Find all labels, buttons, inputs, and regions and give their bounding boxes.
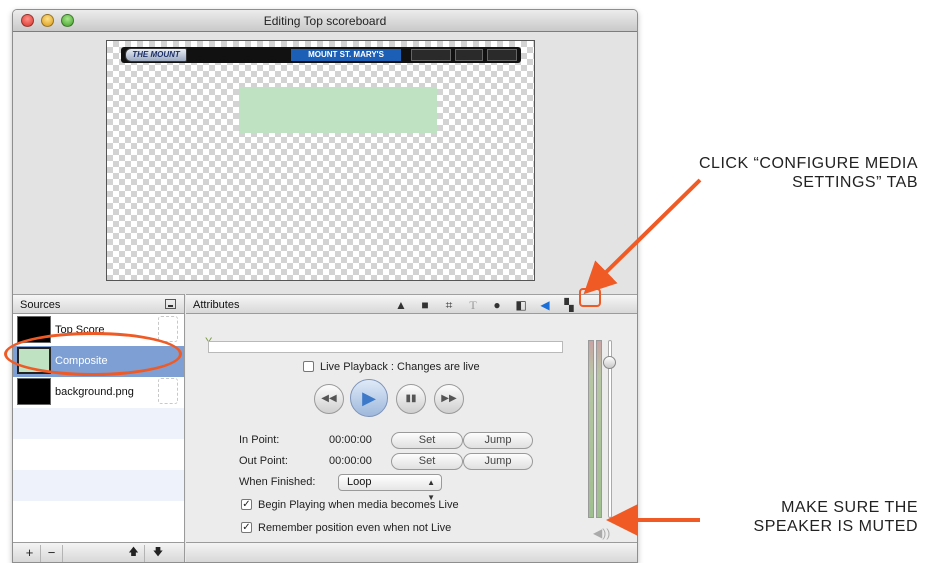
crop-icon[interactable]: ⌗ [440,298,458,312]
person-icon[interactable]: ● [488,298,506,312]
checker-icon[interactable]: ▚ [560,298,578,312]
note-line: SETTINGS” TAB [792,174,918,191]
out-point-jump-button[interactable]: Jump [463,453,533,470]
begin-playing-label: Begin Playing when media becomes Live [258,499,459,511]
split-icon[interactable]: ◧ [512,298,530,312]
composite-highlight-ring [4,332,182,376]
add-source-button[interactable]: + [19,545,41,562]
configure-media-note: CLICK “CONFIGURE MEDIA SETTINGS” TAB [699,154,918,192]
note-line: CLICK “CONFIGURE MEDIA [698,155,918,172]
move-down-button[interactable]: 🡇 [147,545,169,562]
mute-speaker-icon[interactable]: ◀)) [593,526,610,540]
sources-title: Sources [20,299,61,311]
note-line: MAKE SURE THE [781,499,918,516]
attributes-title: Attributes [193,299,240,311]
volume-slider-knob[interactable] [603,356,616,369]
in-point-label: In Point: [239,434,280,446]
remember-position-label: Remember position even when not Live [258,522,452,534]
in-point-value: 00:00:00 [329,434,372,446]
pause-button[interactable]: ▮▮ [396,384,426,414]
speaker-icon[interactable]: ◀ [536,298,554,312]
sources-footer: + − 🡅 🡇 [13,542,184,562]
preview-canvas[interactable]: THE MOUNT MOUNT ST. MARY'S [106,40,535,281]
composite-overlay[interactable] [239,87,437,133]
sources-header: Sources [13,294,184,314]
scoreboard-bar: THE MOUNT MOUNT ST. MARY'S [121,47,521,63]
list-stripe [13,408,184,439]
attributes-header: Attributes ▲ ■ ⌗ T ● ◧ ◀ ▚ [186,294,637,314]
in-point-set-button[interactable]: Set [391,432,463,449]
move-up-button[interactable]: 🡅 [123,545,145,562]
team-name-bar: MOUNT ST. MARY'S [291,49,401,61]
title-bar[interactable]: Editing Top scoreboard [13,10,637,32]
editor-window: Editing Top scoreboard THE MOUNT MOUNT S… [12,9,638,563]
minimize-panel-icon[interactable] [165,299,176,309]
scoreboard-logo: THE MOUNT [125,48,187,62]
when-finished-select[interactable]: Loop ▲ ▼ [338,474,442,502]
when-finished-label: When Finished: [239,476,316,488]
source-thumbnail [17,378,51,405]
attributes-footer [186,542,637,562]
source-drop-slot [158,378,178,404]
when-finished-value: Loop [347,476,372,488]
mute-speaker-note: MAKE SURE THE SPEAKER IS MUTED [754,498,918,536]
preview-area: THE MOUNT MOUNT ST. MARY'S [13,32,637,294]
source-label: background.png [55,386,134,398]
list-stripe [13,470,184,501]
fast-forward-button[interactable]: ▶▶ [434,384,464,414]
media-timeline[interactable] [208,341,563,353]
note-line: SPEAKER IS MUTED [753,518,918,535]
source-item-background[interactable]: background.png [13,377,184,408]
begin-playing-checkbox[interactable]: ✓ [241,499,252,510]
remove-source-button[interactable]: − [41,545,63,562]
window-title: Editing Top scoreboard [263,14,387,28]
score-segment [411,49,451,61]
media-tab-highlight [579,288,601,307]
volume-meter-right [596,340,602,518]
score-segment [455,49,483,61]
score-segment [487,49,517,61]
live-playback-checkbox[interactable] [303,361,314,372]
out-point-value: 00:00:00 [329,455,372,467]
play-button[interactable]: ▶ [350,379,388,417]
live-playback-label: Live Playback : Changes are live [320,361,480,373]
attributes-panel: Attributes ▲ ■ ⌗ T ● ◧ ◀ ▚ Y Live Playba… [186,294,637,562]
remember-position-checkbox[interactable]: ✓ [241,522,252,533]
rewind-button[interactable]: ◀◀ [314,384,344,414]
layers-icon[interactable]: ▲ [392,298,410,312]
folder-icon[interactable]: ■ [416,298,434,312]
text-icon[interactable]: T [464,298,482,312]
out-point-label: Out Point: [239,455,288,467]
volume-meter-left [588,340,594,518]
source-drop-slot [158,316,178,342]
out-point-set-button[interactable]: Set [391,453,463,470]
in-point-jump-button[interactable]: Jump [463,432,533,449]
